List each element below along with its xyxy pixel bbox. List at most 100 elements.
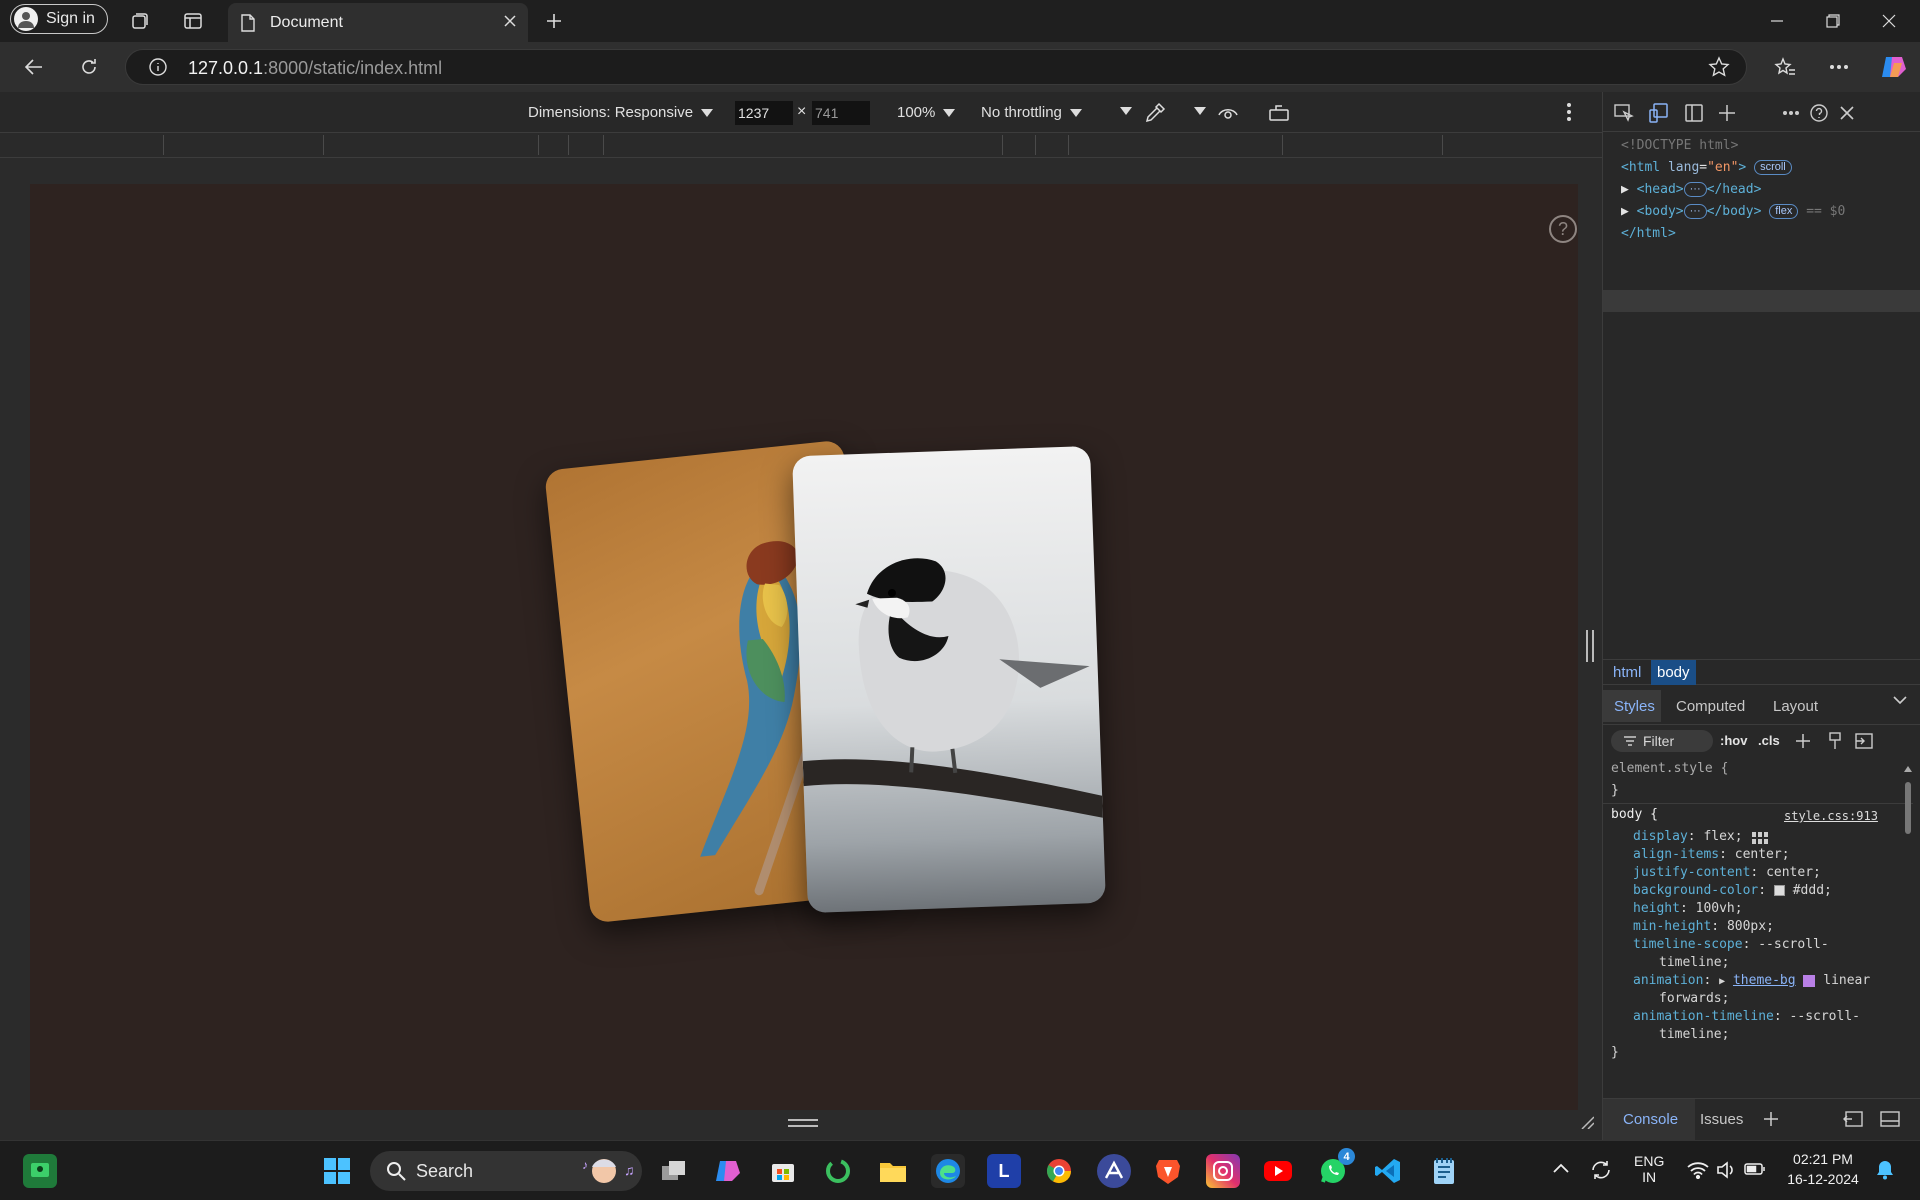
devtools-close-icon[interactable] <box>1836 102 1858 124</box>
zoom-dropdown[interactable]: 100% <box>897 104 956 121</box>
volume-icon[interactable] <box>1716 1161 1736 1179</box>
flex-badge[interactable]: flex <box>1769 204 1799 219</box>
sync-icon[interactable] <box>1589 1158 1613 1182</box>
flex-editor-icon[interactable] <box>1751 831 1769 845</box>
body-rule-selector[interactable]: body { <box>1611 806 1658 824</box>
resize-handle-icon[interactable] <box>788 1118 818 1128</box>
favorites-icon[interactable] <box>1773 55 1797 79</box>
decl-align-items[interactable]: align-items: center; <box>1633 846 1790 864</box>
arc-app-icon[interactable] <box>1097 1154 1131 1188</box>
html-open-line[interactable]: <html lang="en"> scroll <box>1621 158 1792 178</box>
tabs-chevron-down-icon[interactable] <box>1893 695 1907 705</box>
devtools-more-icon[interactable] <box>1780 102 1802 124</box>
inspect-element-icon[interactable] <box>1613 102 1635 124</box>
new-rule-icon[interactable] <box>1795 733 1811 749</box>
clock[interactable]: 02:21 PM 16-12-2024 <box>1785 1151 1861 1187</box>
decl-animation-timeline[interactable]: animation-timeline: --scroll- <box>1633 1008 1860 1026</box>
body-ellipsis[interactable]: ··· <box>1683 204 1707 219</box>
file-explorer-icon[interactable] <box>876 1154 910 1188</box>
height-input[interactable]: 741 <box>812 101 870 125</box>
element-style-selector[interactable]: element.style { <box>1611 760 1728 778</box>
copilot-icon[interactable] <box>1880 53 1908 81</box>
whatsapp-icon[interactable]: 4 <box>1316 1148 1355 1188</box>
easing-editor-icon[interactable] <box>1803 974 1816 987</box>
language-indicator[interactable]: ENG IN <box>1634 1153 1664 1185</box>
decl-animation[interactable]: animation: ▶ theme-bg linear <box>1633 972 1870 990</box>
new-tab-icon[interactable] <box>542 9 566 33</box>
store-icon[interactable] <box>766 1154 800 1188</box>
bird-card-front[interactable] <box>792 445 1106 914</box>
copilot-taskbar-icon[interactable] <box>711 1154 745 1188</box>
breadcrumb-html[interactable]: html <box>1613 664 1641 681</box>
tab-console[interactable]: Console <box>1623 1111 1678 1128</box>
decl-min-height[interactable]: min-height: 800px; <box>1633 918 1774 936</box>
dimensions-dropdown[interactable]: Dimensions: Responsive <box>528 104 714 121</box>
hov-toggle[interactable]: :hov <box>1720 733 1747 748</box>
tab-computed[interactable]: Computed <box>1676 698 1745 715</box>
width-input[interactable]: 1237 <box>735 101 793 125</box>
tab-styles[interactable]: Styles <box>1603 690 1661 722</box>
sign-in-button[interactable]: Sign in <box>10 4 108 34</box>
refresh-icon[interactable] <box>77 55 101 79</box>
tab-issues[interactable]: Issues <box>1700 1111 1743 1128</box>
close-tab-icon[interactable] <box>502 13 518 29</box>
taskbar-search[interactable]: Search ♪ ♫ <box>370 1151 642 1191</box>
scroll-badge[interactable]: scroll <box>1754 160 1792 175</box>
expand-triangle-icon[interactable]: ▶ <box>1621 182 1629 197</box>
edge-icon[interactable] <box>931 1154 965 1188</box>
close-window-icon[interactable] <box>1876 8 1902 34</box>
head-ellipsis[interactable]: ··· <box>1683 182 1707 197</box>
brave-icon[interactable] <box>1151 1154 1185 1188</box>
chrome-icon[interactable] <box>1042 1154 1076 1188</box>
undock-drawer-icon[interactable] <box>1843 1111 1863 1127</box>
add-panel-icon[interactable] <box>1716 102 1738 124</box>
tab-document[interactable]: Document <box>228 3 528 42</box>
desktop-widget-icon[interactable] <box>23 1154 57 1188</box>
more-options-icon[interactable] <box>1827 55 1851 79</box>
favorite-star-icon[interactable] <box>1707 55 1731 79</box>
url-text[interactable]: 127.0.0.1:8000/static/index.html <box>188 58 442 79</box>
device-toggle-icon[interactable] <box>1648 102 1670 124</box>
l-app-icon[interactable]: L <box>987 1154 1021 1188</box>
task-view-icon[interactable] <box>657 1154 691 1188</box>
expand-triangle-icon[interactable]: ▶ <box>1719 976 1725 987</box>
tab-layout[interactable]: Layout <box>1773 698 1818 715</box>
youtube-icon[interactable] <box>1261 1154 1295 1188</box>
head-line[interactable]: ▶ <head> ··· </head> <box>1621 180 1761 200</box>
start-windows-icon[interactable] <box>320 1154 354 1188</box>
battery-icon[interactable] <box>1744 1162 1766 1176</box>
vision-caret-icon[interactable] <box>1194 107 1206 115</box>
rule-source-link[interactable]: style.css:913 <box>1784 807 1878 825</box>
decl-timeline-scope[interactable]: timeline-scope: --scroll- <box>1633 936 1829 954</box>
ring-app-icon[interactable] <box>821 1154 855 1188</box>
instagram-icon[interactable] <box>1206 1154 1240 1188</box>
notification-bell-icon[interactable] <box>1876 1160 1894 1180</box>
html-close-line[interactable]: </html> <box>1621 224 1676 244</box>
paint-brush-icon[interactable] <box>1828 732 1842 750</box>
address-bar[interactable]: 127.0.0.1:8000/static/index.html <box>125 49 1747 85</box>
expand-triangle-icon[interactable]: ▶ <box>1621 204 1629 219</box>
breadcrumb-body[interactable]: body <box>1651 660 1696 685</box>
vertical-tabs-icon[interactable] <box>181 9 205 33</box>
decl-height[interactable]: height: 100vh; <box>1633 900 1743 918</box>
color-swatch[interactable] <box>1773 885 1785 896</box>
doctype-line[interactable]: <!DOCTYPE html> <box>1621 136 1738 156</box>
devtools-help-icon[interactable] <box>1808 102 1830 124</box>
save-data-caret-icon[interactable] <box>1120 107 1132 115</box>
decl-justify-content[interactable]: justify-content: center; <box>1633 864 1821 882</box>
decl-display[interactable]: display: flex; <box>1633 828 1743 846</box>
body-line[interactable]: ▶ <body> ··· </body> flex == $0 <box>1621 202 1845 222</box>
media-query-ruler[interactable] <box>0 132 1602 158</box>
add-drawer-tab-icon[interactable] <box>1763 1111 1779 1127</box>
device-toolbar-more-icon[interactable] <box>1566 102 1572 122</box>
side-resize-handle-icon[interactable] <box>1585 630 1595 662</box>
site-info-icon[interactable] <box>146 55 170 79</box>
eyedropper-icon[interactable] <box>1144 102 1166 124</box>
wifi-icon[interactable] <box>1687 1161 1709 1179</box>
back-icon[interactable] <box>22 55 46 79</box>
dock-side-icon[interactable] <box>1683 102 1705 124</box>
cls-toggle[interactable]: .cls <box>1758 733 1780 748</box>
emulate-vision-icon[interactable] <box>1217 102 1239 124</box>
workspaces-icon[interactable] <box>128 9 152 33</box>
minimize-icon[interactable] <box>1764 8 1790 34</box>
